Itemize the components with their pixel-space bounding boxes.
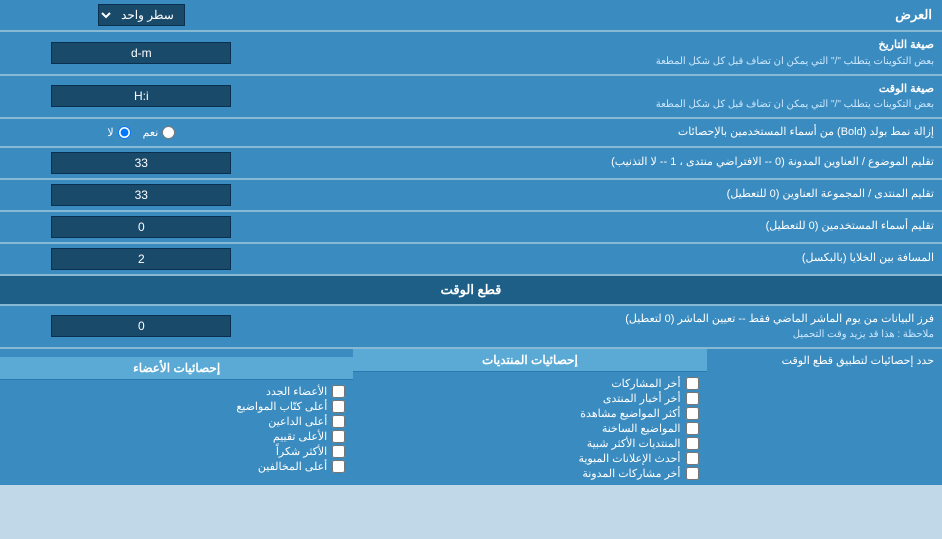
col1-header: إحصائيات المنتديات — [353, 349, 706, 372]
col1-item-5: أحدث الإعلانات المبوية — [361, 452, 698, 465]
forums-per-group-input[interactable] — [51, 184, 231, 206]
bold-yes-radio[interactable] — [162, 126, 175, 139]
time-format-input[interactable] — [51, 85, 231, 107]
bold-no-label[interactable]: لا — [107, 126, 130, 139]
filter-input[interactable] — [51, 315, 231, 337]
col2-checkbox-2[interactable] — [332, 415, 345, 428]
col2-item-1: أعلى كتّاب المواضيع — [8, 400, 345, 413]
usernames-trim-cell — [0, 212, 283, 242]
date-format-label: صيغة التاريخ بعض التكوينات يتطلب "/" الت… — [283, 32, 942, 74]
display-select-cell: سطر واحد — [0, 0, 283, 30]
forums-per-group-label: تقليم المنتدى / المجموعة العناوين (0 للت… — [283, 180, 942, 210]
stats-apply-label: حدد إحصائيات لتطبيق قطع الوقت — [707, 349, 942, 485]
topics-per-page-input[interactable] — [51, 152, 231, 174]
col2-header: إحصائيات الأعضاء — [0, 357, 353, 380]
col1-item-6: أخر مشاركات المدونة — [361, 467, 698, 480]
filter-input-cell — [0, 306, 283, 348]
col1-item-1: أخر أخبار المنتدى — [361, 392, 698, 405]
topics-per-page-cell — [0, 148, 283, 178]
section-title: العرض — [283, 0, 942, 30]
date-format-input-cell — [0, 32, 283, 74]
cell-spacing-input[interactable] — [51, 248, 231, 270]
topics-per-page-label: تقليم الموضوع / العناوين المدونة (0 -- ا… — [283, 148, 942, 178]
cutoff-section-header: قطع الوقت — [0, 276, 942, 304]
bold-remove-label: إزالة نمط بولد (Bold) من أسماء المستخدمي… — [283, 119, 942, 146]
col2-checkbox-0[interactable] — [332, 385, 345, 398]
time-format-input-cell — [0, 76, 283, 118]
col1-item-4: المنتديات الأكثر شبية — [361, 437, 698, 450]
cell-spacing-label: المسافة بين الخلايا (بالبكسل) — [283, 244, 942, 274]
col1-checkbox-0[interactable] — [686, 377, 699, 390]
display-select[interactable]: سطر واحد — [98, 4, 185, 26]
date-format-input[interactable] — [51, 42, 231, 64]
col2-item-5: أعلى المخالفين — [8, 460, 345, 473]
filter-label: فرز البيانات من يوم الماشر الماضي فقط --… — [283, 306, 942, 348]
col1-checkbox-4[interactable] — [686, 437, 699, 450]
usernames-trim-input[interactable] — [51, 216, 231, 238]
col2-item-0: الأعضاء الجدد — [8, 385, 345, 398]
col2-checkbox-3[interactable] — [332, 430, 345, 443]
col2-checkbox-5[interactable] — [332, 460, 345, 473]
col2-item-2: أعلى الداعين — [8, 415, 345, 428]
cell-spacing-cell — [0, 244, 283, 274]
forums-per-group-cell — [0, 180, 283, 210]
usernames-trim-label: تقليم أسماء المستخدمين (0 للتعطيل) — [283, 212, 942, 242]
col2-checkbox-1[interactable] — [332, 400, 345, 413]
time-format-label: صيغة الوقت بعض التكوينات يتطلب "/" التي … — [283, 76, 942, 118]
col1-checkbox-6[interactable] — [686, 467, 699, 480]
bold-yes-label[interactable]: نعم — [143, 126, 176, 139]
col2-item-3: الأعلى تقييم — [8, 430, 345, 443]
col1-checkbox-3[interactable] — [686, 422, 699, 435]
col2-item-4: الأكثر شكراً — [8, 445, 345, 458]
bold-no-radio[interactable] — [118, 126, 131, 139]
col2-checkbox-4[interactable] — [332, 445, 345, 458]
col1-checkbox-5[interactable] — [686, 452, 699, 465]
col1-item-3: المواضيع الساخنة — [361, 422, 698, 435]
bold-remove-options: نعم لا — [0, 119, 283, 146]
col1-checkbox-2[interactable] — [686, 407, 699, 420]
col1-item-2: أكثر المواضيع مشاهدة — [361, 407, 698, 420]
col1-checkbox-1[interactable] — [686, 392, 699, 405]
col1-item-0: أخر المشاركات — [361, 377, 698, 390]
